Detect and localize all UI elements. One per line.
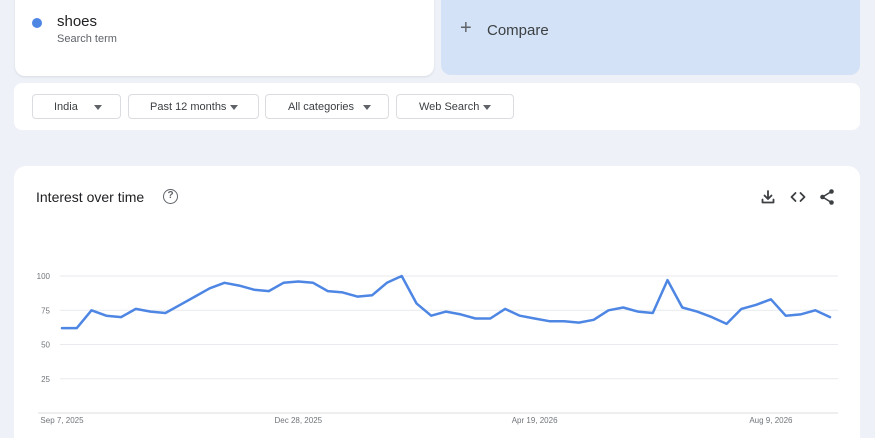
series-color-dot	[32, 18, 42, 28]
search-type-filter-dropdown[interactable]: Web Search	[396, 94, 514, 119]
caret-down-icon	[230, 105, 238, 110]
x-tick-label: Sep 7, 2025	[40, 416, 84, 425]
y-tick-label: 50	[41, 341, 50, 350]
region-filter-label: India	[54, 101, 78, 113]
interest-over-time-card: Interest over time ? 25 50 75 100 Sep 7, 202…	[14, 166, 860, 438]
category-filter-label: All categories	[288, 101, 355, 113]
y-tick-label: 25	[41, 375, 50, 384]
category-filter-dropdown[interactable]: All categories	[265, 94, 389, 119]
search-type-filter-label: Web Search	[419, 101, 480, 113]
interest-line-chart: 25 50 75 100 Sep 7, 2025 Dec 28, 2025 Apr 19, …	[37, 272, 838, 425]
x-tick-label: Apr 19, 2026	[512, 416, 558, 425]
series-line	[60, 274, 832, 330]
region-filter-dropdown[interactable]: India	[32, 94, 121, 119]
compare-button[interactable]: + Compare	[441, 0, 860, 75]
y-tick-label: 75	[41, 306, 50, 315]
compare-label: Compare	[487, 22, 549, 39]
x-tick-label: Aug 9, 2026	[749, 416, 793, 425]
caret-down-icon	[94, 105, 102, 110]
caret-down-icon	[483, 105, 491, 110]
x-tick-label: Dec 28, 2025	[275, 416, 323, 425]
time-range-filter-dropdown[interactable]: Past 12 months	[128, 94, 259, 119]
time-range-filter-label: Past 12 months	[150, 101, 227, 113]
search-term-card[interactable]: shoes Search term	[15, 0, 434, 76]
caret-down-icon	[363, 105, 371, 110]
search-term-subtitle: Search term	[57, 33, 117, 45]
filters-bar: India Past 12 months All categories Web …	[14, 83, 860, 130]
search-term-name[interactable]: shoes	[57, 13, 97, 30]
y-tick-label: 100	[37, 272, 51, 281]
plus-icon: +	[460, 17, 472, 39]
